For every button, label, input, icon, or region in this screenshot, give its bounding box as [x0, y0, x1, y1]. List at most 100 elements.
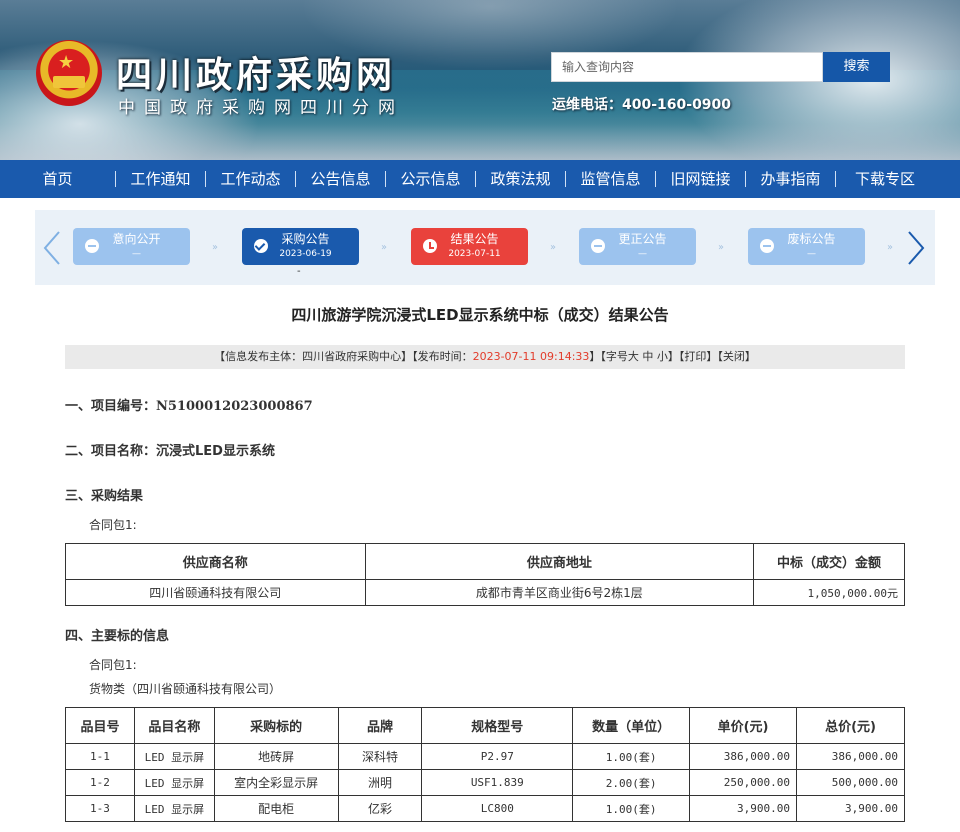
- chevron-right-icon[interactable]: [905, 230, 927, 266]
- table-cell: 配电柜: [213, 795, 339, 822]
- result-table: 供应商名称 供应商地址 中标（成交）金额 四川省颐通科技有限公司 成都市青羊区商…: [65, 543, 905, 606]
- step-abandon-notice[interactable]: 废标公告 —: [748, 228, 865, 265]
- article-title: 四川旅游学院沉浸式LED显示系统中标（成交）结果公告: [291, 306, 669, 324]
- print-link[interactable]: 打印: [684, 350, 706, 363]
- table-header-cell: 品目名称: [133, 707, 215, 744]
- table-header-cell: 品目号: [65, 707, 135, 744]
- step-correction-notice[interactable]: 更正公告 —: [579, 228, 696, 265]
- step-label: 采购公告: [281, 232, 330, 246]
- national-emblem-icon: ★: [36, 40, 102, 106]
- supplier-name-cell: 四川省颐通科技有限公司: [65, 579, 366, 606]
- table-cell: 1.00(套): [572, 743, 691, 770]
- main-nav: 首页 工作通知 工作动态 公告信息 公示信息 政策法规 监管信息 旧网链接 办事…: [0, 160, 960, 198]
- step-date: 2023-06-19: [279, 249, 332, 259]
- hotline-text: 运维电话：400-160-0900: [552, 97, 732, 113]
- table-row: 1-3 LED 显示屏 配电柜 亿彩 LC800 1.00(套) 3,900.0…: [65, 795, 905, 822]
- section-items-heading: 四、主要标的信息: [65, 629, 170, 644]
- section-label: 二、项目名称：: [65, 444, 157, 459]
- table-cell: LED 显示屏: [133, 743, 215, 770]
- site-subtitle: 中国政府采购网四川分网: [118, 98, 404, 118]
- nav-guide[interactable]: 办事指南: [746, 160, 835, 198]
- nav-work-notice[interactable]: 工作通知: [116, 160, 205, 198]
- table-cell: 室内全彩显示屏: [213, 769, 339, 796]
- table-cell: 地砖屏: [213, 743, 339, 770]
- meta-bracket: 】【: [706, 350, 723, 363]
- double-chevron-icon: ››: [887, 242, 893, 253]
- table-header-row: 供应商名称 供应商地址 中标（成交）金额: [65, 543, 905, 580]
- nav-supervision[interactable]: 监管信息: [566, 160, 655, 198]
- table-header-row: 品目号 品目名称 采购标的 品牌 规格型号 数量（单位） 单价(元) 总价(元): [65, 707, 905, 744]
- table-cell: 1-3: [65, 795, 135, 822]
- section-label: 一、项目编号：: [65, 399, 157, 414]
- step-date: —: [638, 249, 647, 259]
- contract-package-label: 合同包1:: [89, 518, 137, 532]
- close-link[interactable]: 关闭: [723, 350, 745, 363]
- meta-bracket: 】【: [667, 350, 685, 363]
- double-chevron-icon: ››: [550, 242, 556, 253]
- table-cell: LED 显示屏: [133, 795, 215, 822]
- table-header-cell: 供应商名称: [65, 543, 366, 580]
- article-meta: 【信息发布主体：四川省政府采购中心】【发布时间：2023-07-11 09:14…: [65, 345, 905, 369]
- meta-publish-time: 2023-07-11 09:14:33: [472, 350, 590, 363]
- meta-bracket: 】: [744, 350, 756, 363]
- step-label: 更正公告: [618, 232, 667, 246]
- table-row: 1-1 LED 显示屏 地砖屏 深科特 P2.97 1.00(套) 386,00…: [65, 743, 905, 770]
- nav-announcements[interactable]: 公告信息: [296, 160, 385, 198]
- step-result-notice[interactable]: 结果公告 2023-07-11: [411, 228, 528, 265]
- header-banner: ★ 四川政府采购网 中国政府采购网四川分网 搜索 运维电话：400-160-09…: [0, 0, 960, 160]
- nav-publicity[interactable]: 公示信息: [386, 160, 475, 198]
- table-cell: LED 显示屏: [133, 769, 215, 796]
- meta-font-size-label: 】【字号: [589, 350, 628, 363]
- stepper-marker: -: [297, 266, 301, 277]
- site-title: 四川政府采购网: [116, 55, 397, 96]
- chevron-left-icon[interactable]: [41, 230, 63, 266]
- step-label: 废标公告: [787, 232, 836, 246]
- nav-policies[interactable]: 政策法规: [476, 160, 565, 198]
- nav-home[interactable]: 首页: [0, 160, 115, 198]
- double-chevron-icon: ››: [718, 242, 724, 253]
- table-row: 1-2 LED 显示屏 室内全彩显示屏 洲明 USF1.839 2.00(套) …: [65, 769, 905, 796]
- table-cell: 250,000.00: [689, 769, 798, 796]
- table-row: 四川省颐通科技有限公司 成都市青羊区商业街6号2栋1层 1,050,000.00…: [65, 579, 905, 606]
- nav-downloads[interactable]: 下载专区: [836, 160, 934, 198]
- step-date: —: [132, 249, 141, 259]
- goods-category-label: 货物类（四川省颐通科技有限公司）: [89, 682, 282, 696]
- step-intent-public[interactable]: 意向公开 —: [73, 228, 190, 265]
- step-label: 意向公开: [112, 232, 161, 246]
- font-size-large-link[interactable]: 大: [628, 350, 639, 363]
- double-chevron-icon: ››: [381, 242, 387, 253]
- table-header-cell: 总价(元): [796, 707, 905, 744]
- nav-old-site[interactable]: 旧网链接: [656, 160, 745, 198]
- procurement-stepper: 意向公开 — ›› 采购公告 2023-06-19 ›› 结果公告 2023-0…: [35, 210, 935, 285]
- table-header-cell: 规格型号: [421, 707, 574, 744]
- search-button[interactable]: 搜索: [823, 52, 890, 82]
- table-cell: USF1.839: [421, 769, 574, 796]
- font-size-small-link[interactable]: 小: [657, 350, 668, 363]
- search-input[interactable]: [551, 52, 823, 82]
- step-date: —: [807, 249, 816, 259]
- table-cell: 386,000.00: [689, 743, 798, 770]
- nav-work-news[interactable]: 工作动态: [206, 160, 295, 198]
- step-label: 结果公告: [450, 232, 499, 246]
- table-header-cell: 数量（单位）: [572, 707, 691, 744]
- table-header-cell: 供应商地址: [364, 543, 755, 580]
- award-amount-cell: 1,050,000.00元: [753, 579, 905, 606]
- table-header-cell: 采购标的: [213, 707, 339, 744]
- table-cell: 3,900.00: [796, 795, 905, 822]
- supplier-address-cell: 成都市青羊区商业街6号2栋1层: [364, 579, 755, 606]
- table-cell: 亿彩: [337, 795, 423, 822]
- section-result-heading: 三、采购结果: [65, 489, 144, 504]
- items-table: 品目号 品目名称 采购标的 品牌 规格型号 数量（单位） 单价(元) 总价(元)…: [65, 707, 905, 822]
- table-cell: 1-1: [65, 743, 135, 770]
- section-project-number: 一、项目编号：N5100012023000867: [65, 395, 313, 414]
- font-size-medium-link[interactable]: 中: [642, 350, 653, 363]
- project-name-value: 沉浸式LED显示系统: [156, 444, 275, 459]
- step-procurement-notice[interactable]: 采购公告 2023-06-19: [242, 228, 359, 265]
- table-header-cell: 品牌: [337, 707, 423, 744]
- table-cell: 1-2: [65, 769, 135, 796]
- project-number-value: N5100012023000867: [156, 399, 313, 414]
- table-cell: P2.97: [421, 743, 574, 770]
- table-cell: 深科特: [337, 743, 423, 770]
- section-project-name: 二、项目名称：沉浸式LED显示系统: [65, 440, 275, 459]
- table-cell: 洲明: [337, 769, 423, 796]
